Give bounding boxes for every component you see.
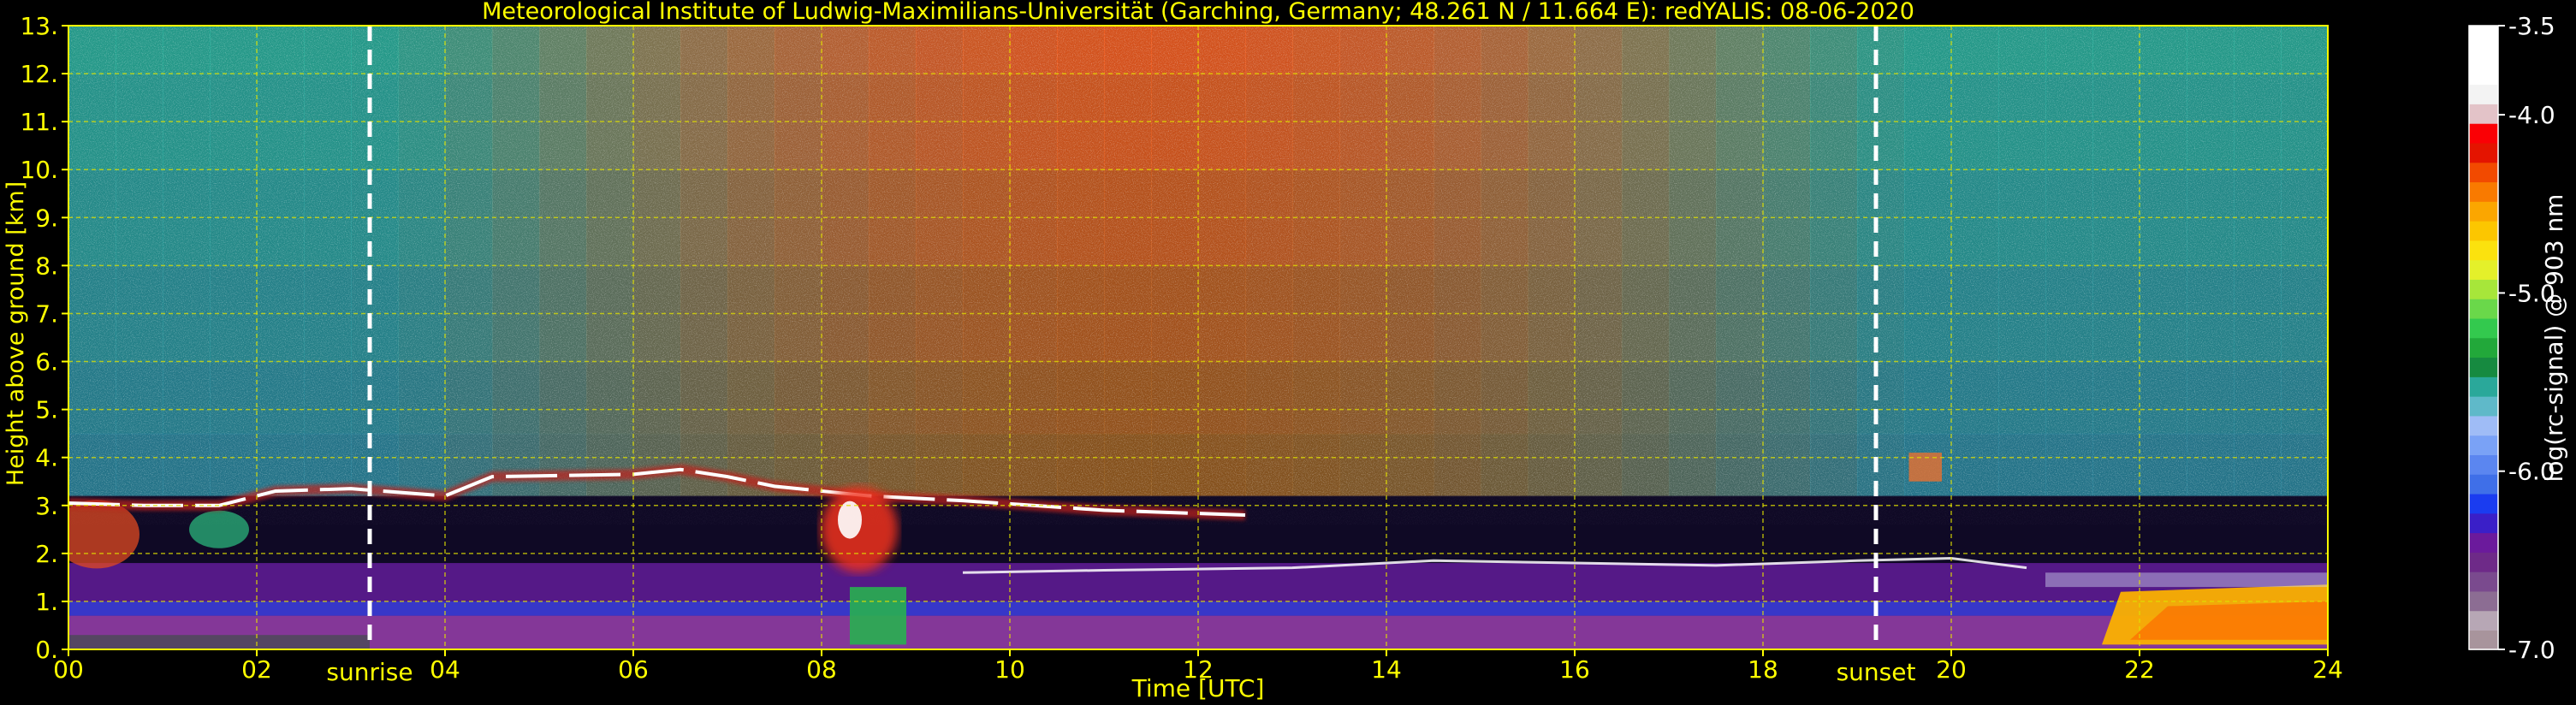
colorbar-label: log(rc-signal) @ 903 nm (2540, 194, 2568, 483)
x-tick-label: 06 (618, 655, 649, 684)
y-tick-label: 9. (35, 204, 58, 232)
colorbar-swatch (2469, 64, 2498, 86)
colorbar-swatch (2469, 493, 2498, 514)
y-axis-label: Height above ground [km] (3, 181, 29, 486)
x-tick-label: 22 (2124, 655, 2155, 684)
colorbar-swatch (2469, 512, 2498, 534)
x-tick-label: 16 (1559, 655, 1590, 684)
colorbar-swatch (2469, 279, 2498, 299)
colorbar-swatch (2469, 298, 2498, 319)
aerosol-feature (68, 500, 139, 569)
x-tick-label: 14 (1371, 655, 1402, 684)
colorbar-swatch (2469, 454, 2498, 475)
y-tick-label: 10. (20, 156, 58, 184)
colorbar-tick-label: -3.5 (2508, 12, 2555, 40)
x-tick-label: 24 (2312, 655, 2343, 684)
colorbar-swatch (2469, 44, 2498, 66)
colorbar-swatch (2469, 395, 2498, 417)
colorbar-swatch (2469, 337, 2498, 358)
y-tick-label: 2. (35, 540, 58, 568)
colorbar-swatch (2469, 552, 2498, 572)
colorbar-swatch (2469, 220, 2498, 241)
colorbar-swatch (2469, 142, 2498, 163)
colorbar-swatch (2469, 181, 2498, 202)
y-tick-label: 5. (35, 396, 58, 424)
aerosol-feature (189, 510, 249, 548)
colorbar-swatch (2469, 162, 2498, 183)
x-tick-label: 20 (1936, 655, 1967, 684)
colorbar-swatch (2469, 317, 2498, 339)
colorbar-swatch (2469, 473, 2498, 495)
y-tick-label: 4. (35, 444, 58, 472)
precip-shaft (850, 587, 906, 645)
evening-layer (2045, 572, 2328, 588)
annotation-label-sunrise: sunrise (326, 658, 413, 686)
colorbar-swatch (2469, 26, 2498, 46)
chart-figure: sunrise sunset 00 02 04 06 08 10 12 14 16 18 20 22 24… (0, 0, 2576, 705)
y-tick-label: 8. (35, 252, 58, 280)
colorbar-swatch (2469, 376, 2498, 397)
colorbar-swatch (2469, 590, 2498, 612)
colorbar-swatch (2469, 84, 2498, 104)
colorbar-swatch (2469, 415, 2498, 436)
y-tick-label: 3. (35, 492, 58, 520)
heatmap-field (68, 26, 2328, 649)
y-tick-label: 12. (20, 60, 58, 88)
colorbar-tick-label: -7.0 (2508, 636, 2555, 664)
y-tick-label: 13. (20, 12, 58, 40)
x-tick-label: 04 (430, 655, 460, 684)
x-tick-label: 02 (241, 655, 272, 684)
x-tick-label: 08 (806, 655, 837, 684)
convective-cloud-core (838, 501, 862, 539)
colorbar-swatch (2469, 435, 2498, 455)
y-tick-label: 6. (35, 348, 58, 376)
x-axis-label: Time [UTC] (1131, 674, 1265, 702)
colorbar-swatch (2469, 201, 2498, 222)
chart-svg: sunrise sunset 00 02 04 06 08 10 12 14 16 18 20 22 24… (3, 0, 2568, 702)
y-tick-label: 0. (35, 636, 58, 664)
colorbar-swatch (2469, 259, 2498, 280)
colorbar-tick-label: -4.0 (2508, 101, 2555, 129)
colorbar-swatch (2469, 357, 2498, 377)
colorbar-swatch (2469, 630, 2498, 650)
colorbar-swatch (2469, 104, 2498, 124)
y-tick-label: 1. (35, 588, 58, 616)
colorbar-swatch (2469, 240, 2498, 261)
x-tick-label: 18 (1748, 655, 1778, 684)
colorbar-swatch (2469, 610, 2498, 631)
colorbar-swatch (2469, 571, 2498, 592)
x-tick-label: 10 (994, 655, 1025, 684)
chart-title: Meteorological Institute of Ludwig-Maxim… (482, 0, 1914, 25)
y-tick-label: 7. (35, 299, 58, 328)
surface-band (68, 635, 370, 649)
colorbar-swatch (2469, 532, 2498, 553)
annotation-label-sunset: sunset (1837, 658, 1916, 686)
y-tick-label: 11. (20, 108, 58, 136)
colorbar-swatch (2469, 122, 2498, 144)
